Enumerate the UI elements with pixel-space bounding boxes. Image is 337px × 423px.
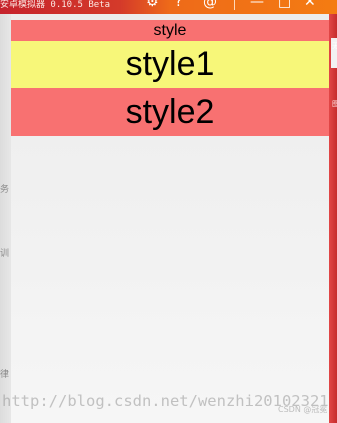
csdn-credit-watermark: CSDN @冠冕 [278, 405, 328, 414]
maximize-icon[interactable]: □ [278, 0, 291, 9]
right-panel-char: 无 [332, 42, 337, 50]
help-icon[interactable]: ? [175, 0, 182, 9]
app-screen: style style1 style2 [11, 14, 329, 423]
left-side-panel: 务 训 律 [0, 14, 11, 423]
right-side-panel [329, 14, 337, 423]
left-panel-char: 训 [0, 249, 10, 259]
style-header-label: style [11, 20, 329, 41]
emulator-title-bar: 安卓模拟器 0.10.5 Beta ⚙ ? @ — □ ✕ [0, 0, 337, 14]
style2-text: style2 [11, 88, 329, 136]
window-title: 安卓模拟器 0.10.5 Beta [0, 0, 111, 10]
at-icon[interactable]: @ [203, 0, 217, 9]
close-icon[interactable]: ✕ [304, 0, 316, 9]
minimize-icon[interactable]: — [250, 0, 264, 9]
title-separator [234, 0, 235, 10]
left-panel-char: 律 [0, 370, 10, 380]
settings-icon[interactable]: ⚙ [146, 0, 159, 9]
style1-text: style1 [11, 41, 329, 88]
right-panel-char: 图 [332, 100, 337, 108]
left-panel-char: 务 [0, 185, 10, 195]
